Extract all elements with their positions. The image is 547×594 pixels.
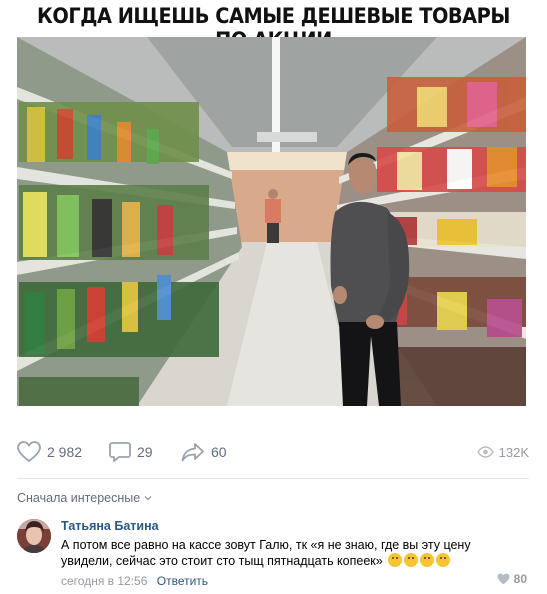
share-count: 60 (211, 444, 227, 460)
comment-count: 29 (137, 444, 153, 460)
sort-label: Сначала интересные (17, 491, 141, 505)
share-arrow-icon (181, 443, 204, 462)
neutral-face-icon (404, 553, 419, 567)
post-actions-bar: 2 982 29 60 132K (17, 438, 529, 466)
avatar-image (17, 519, 51, 553)
post-photo[interactable] (17, 37, 526, 406)
heart-icon (497, 573, 510, 585)
heart-icon (17, 441, 41, 463)
like-count: 2 982 (47, 444, 83, 460)
comment-like-button[interactable]: 80 (497, 572, 527, 586)
reply-link[interactable]: Ответить (157, 574, 208, 588)
comments-sort-dropdown[interactable]: Сначала интересные (17, 491, 152, 505)
slightly-smiling-face-icon (388, 553, 403, 567)
confused-face-icon (420, 553, 435, 567)
views-count: 132K (498, 444, 529, 460)
divider (17, 478, 529, 479)
share-button[interactable]: 60 (181, 438, 227, 466)
comment-meta: сегодня в 12:56 Ответить (61, 574, 208, 588)
comment-button[interactable]: 29 (109, 438, 153, 466)
comment-author-link[interactable]: Татьяна Батина (61, 519, 159, 533)
comment-text: А потом все равно на кассе зовут Галю, т… (61, 537, 501, 569)
like-button[interactable]: 2 982 (17, 438, 82, 466)
chevron-down-icon (144, 496, 152, 501)
comment-like-count: 80 (513, 572, 527, 586)
grinning-face-icon (436, 553, 451, 567)
comment-time-link[interactable]: сегодня в 12:56 (61, 574, 147, 588)
eye-icon (476, 446, 494, 458)
views-counter: 132K (476, 438, 529, 466)
comment-bubble-icon (109, 442, 131, 462)
supermarket-aisle-image (17, 37, 526, 406)
avatar[interactable] (17, 519, 51, 553)
